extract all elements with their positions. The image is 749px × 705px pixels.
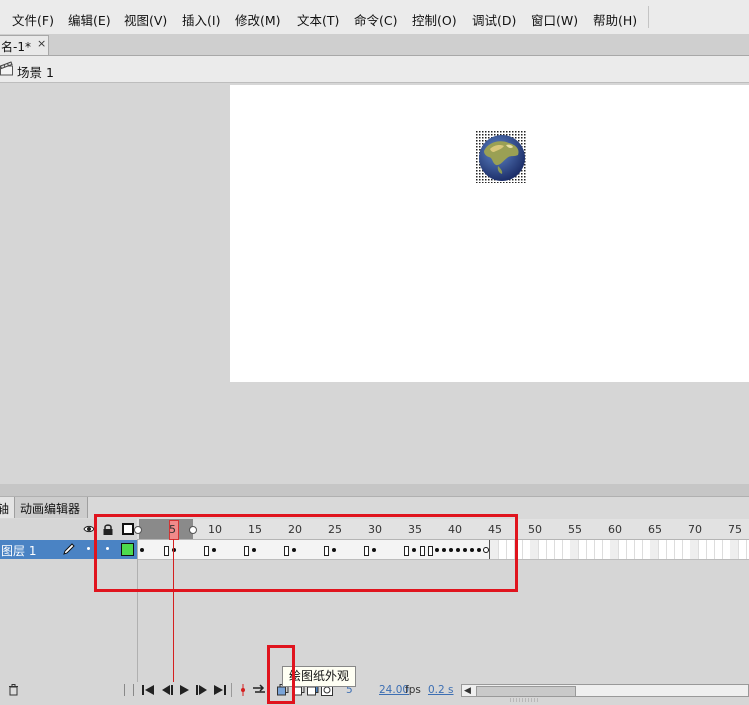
- timeline-horizontal-scrollbar[interactable]: ◀: [461, 684, 749, 697]
- tab-timeline-label: 轴: [0, 502, 10, 516]
- menu-edit[interactable]: 编辑(E): [68, 10, 111, 29]
- empty-frame-grid[interactable]: [490, 540, 749, 559]
- document-tab-label: 名-1*: [1, 40, 31, 54]
- breadcrumb: 场景 1: [0, 56, 749, 83]
- panel-divider[interactable]: [0, 484, 749, 496]
- scene-label[interactable]: 场景 1: [17, 62, 54, 81]
- menu-insert[interactable]: 插入(I): [182, 10, 220, 29]
- scroll-left-icon[interactable]: ◀: [464, 686, 471, 696]
- ruler-number: 60: [608, 523, 622, 536]
- visibility-dot[interactable]: [87, 547, 90, 550]
- menu-bar: 文件(F) 编辑(E) 视图(V) 插入(I) 修改(M) 文本(T) 命令(C…: [0, 0, 749, 35]
- menu-help[interactable]: 帮助(H): [593, 10, 637, 29]
- center-frame-icon[interactable]: [239, 684, 247, 696]
- ruler-number: 75: [728, 523, 742, 536]
- workspace: [0, 83, 749, 483]
- menu-control[interactable]: 控制(O): [412, 10, 457, 29]
- ruler-number: 70: [688, 523, 702, 536]
- resize-grip-icon[interactable]: [124, 684, 134, 696]
- ruler-number: 55: [568, 523, 582, 536]
- scrollbar-thumb[interactable]: [476, 686, 576, 697]
- status-separator: [231, 683, 232, 697]
- panel-resize-grip[interactable]: [510, 698, 540, 702]
- tab-timeline[interactable]: 轴: [0, 497, 15, 518]
- close-icon[interactable]: ×: [37, 37, 46, 50]
- timeline-status-bar: 5 24.00 fps 0.2 s ◀: [0, 682, 749, 699]
- menu-separator: [648, 6, 649, 28]
- scene-clapper-icon: [0, 61, 13, 76]
- document-tab[interactable]: 名-1* ×: [0, 35, 49, 55]
- tab-motion-editor-label: 动画编辑器: [20, 502, 81, 516]
- frame-rate-unit: fps: [405, 684, 421, 696]
- menu-window[interactable]: 窗口(W): [531, 10, 578, 29]
- go-to-first-frame-icon[interactable]: [142, 685, 154, 695]
- highlight-box-frames: [94, 514, 518, 592]
- ruler-number: 50: [528, 523, 542, 536]
- highlight-box-onion-button: [267, 645, 295, 704]
- delete-layer-icon[interactable]: [8, 684, 19, 696]
- step-forward-icon[interactable]: [196, 685, 208, 695]
- menu-text[interactable]: 文本(T): [297, 10, 339, 29]
- play-icon[interactable]: [179, 685, 189, 695]
- tab-motion-editor[interactable]: 动画编辑器: [15, 497, 88, 518]
- stage[interactable]: [230, 85, 749, 382]
- go-to-last-frame-icon[interactable]: [214, 685, 226, 695]
- menu-view[interactable]: 视图(V): [124, 10, 167, 29]
- step-back-icon[interactable]: [161, 685, 173, 695]
- menu-commands[interactable]: 命令(C): [354, 10, 397, 29]
- pencil-icon: [63, 543, 75, 555]
- layer-name[interactable]: 图层 1: [1, 542, 36, 559]
- document-tab-bar: 名-1* ×: [0, 34, 749, 56]
- menu-modify[interactable]: 修改(M): [235, 10, 281, 29]
- menu-debug[interactable]: 调试(D): [472, 10, 516, 29]
- globe-graphic[interactable]: [476, 131, 526, 183]
- ruler-number: 65: [648, 523, 662, 536]
- menu-file[interactable]: 文件(F): [12, 10, 54, 29]
- loop-icon[interactable]: [251, 684, 267, 696]
- elapsed-time-value[interactable]: 0.2 s: [428, 684, 454, 696]
